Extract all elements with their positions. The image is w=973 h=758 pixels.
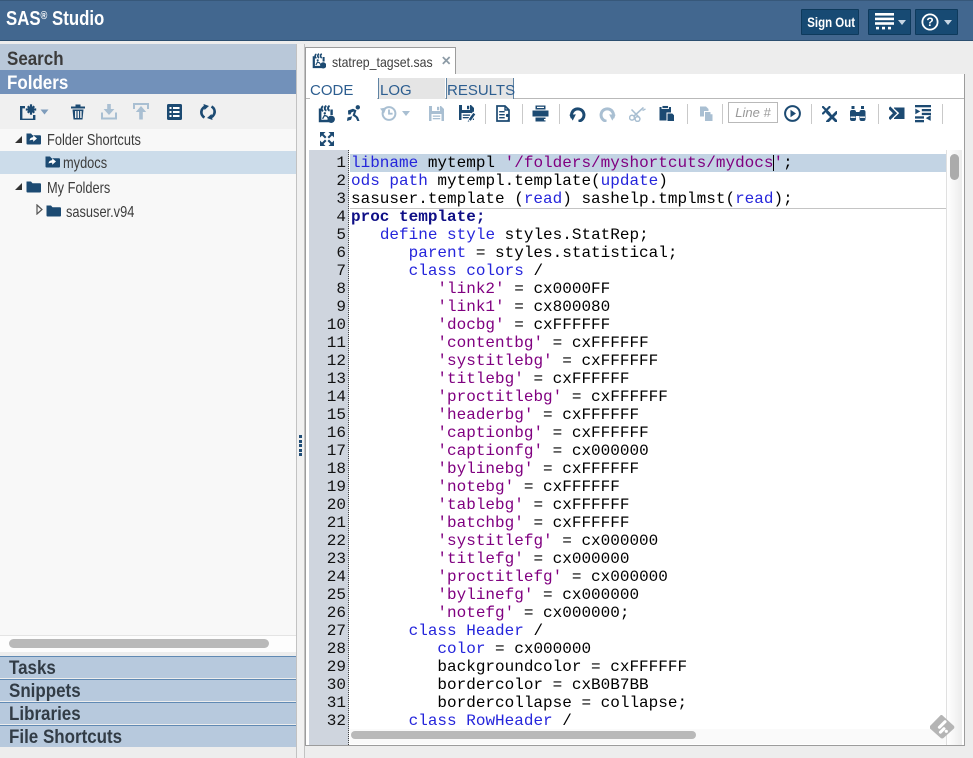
- svg-text:?: ?: [926, 15, 933, 29]
